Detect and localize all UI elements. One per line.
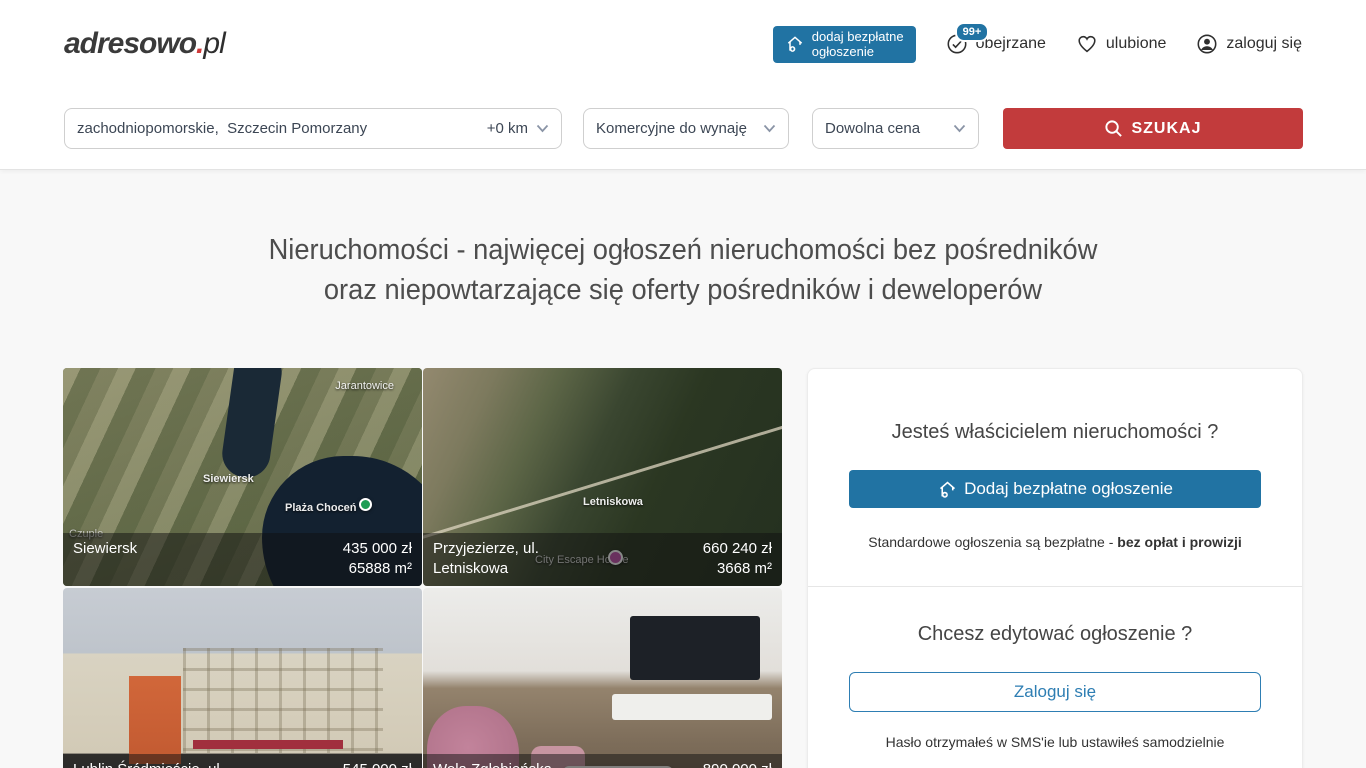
nav-viewed[interactable]: 99+ obejrzane [946, 33, 1046, 55]
nav-login[interactable]: zaloguj się [1196, 33, 1302, 55]
add-free-listing-button[interactable]: Dodaj bezpłatne ogłoszenie [849, 470, 1261, 508]
tv-shape [630, 616, 760, 680]
listing-card[interactable]: Wola Zgłobieńska 890 000 zł [423, 588, 782, 768]
login-button[interactable]: Zaloguj się [849, 672, 1261, 712]
price-value: Dowolna cena [825, 120, 920, 137]
heart-icon [1076, 33, 1098, 55]
listing-name: Lublin Śródmieście, ul. [73, 760, 224, 768]
price-select[interactable]: Dowolna cena [812, 108, 979, 149]
listing-price-area: 435 000 zł 65888 m² [343, 539, 412, 579]
logo-name: adresowo [64, 27, 196, 60]
free-listings-note: Standardowe ogłoszenia są bezpłatne - be… [808, 534, 1302, 550]
page-title: Nieruchomości - najwięcej ogłoszeń nieru… [41, 230, 1325, 310]
listing-area: 65888 m² [343, 559, 412, 579]
nav-favorites-label: ulubione [1106, 35, 1167, 53]
edit-question: Chcesz edytować ogłoszenie ? [808, 623, 1302, 646]
house-plus-icon [785, 34, 805, 54]
listing-card[interactable]: Jarantowice Siewiersk Plaża Choceń Czupl… [63, 368, 422, 586]
listing-price-area: 660 240 zł 3668 m² [703, 539, 772, 579]
chevron-down-icon [953, 124, 966, 133]
building-facade-shape [183, 648, 383, 753]
chevron-down-icon [763, 124, 776, 133]
password-note: Hasło otrzymałeś w SMS'ie lub ustawiłeś … [808, 734, 1302, 750]
listing-price-area: 890 000 zł [703, 760, 772, 768]
listing-price: 545 000 zł [343, 760, 412, 768]
nav-login-label: zaloguj się [1226, 35, 1302, 53]
map-label: Letniskowa [583, 496, 643, 508]
interior-photo [423, 588, 782, 768]
viewed-count-badge: 99+ [955, 22, 990, 42]
user-circle-icon [1196, 33, 1218, 55]
category-select[interactable]: Komercyjne do wynaję [583, 108, 789, 149]
radius-value[interactable]: +0 km [487, 120, 528, 137]
logo-tld: pl [203, 27, 224, 60]
listing-overlay: Wola Zgłobieńska 890 000 zł [423, 754, 782, 768]
location-field[interactable]: +0 km [64, 108, 562, 149]
building-photo [63, 588, 422, 768]
nav-favorites[interactable]: ulubione [1076, 33, 1167, 55]
category-value: Komercyjne do wynaję [596, 120, 747, 137]
add-listing-label: dodaj bezpłatne ogłoszenie [812, 29, 904, 60]
search-button[interactable]: SZUKAJ [1003, 108, 1303, 149]
owner-panel: Jesteś właścicielem nieruchomości ? Doda… [807, 368, 1303, 768]
search-bar: +0 km Komercyjne do wynaję Dowolna cena [0, 108, 1366, 149]
listing-price: 890 000 zł [703, 760, 772, 768]
card-divider [808, 586, 1302, 587]
listing-price-area: 545 000 zł [343, 760, 412, 768]
chevron-down-icon[interactable] [536, 124, 549, 133]
listing-overlay: Siewiersk 435 000 zł 65888 m² [63, 533, 422, 586]
add-listing-button[interactable]: dodaj bezpłatne ogłoszenie [773, 26, 916, 63]
owner-question: Jesteś właścicielem nieruchomości ? [808, 421, 1302, 444]
search-button-label: SZUKAJ [1131, 120, 1201, 138]
map-label: Jarantowice [335, 380, 394, 392]
listing-price: 435 000 zł [343, 539, 412, 559]
logo[interactable]: adresowo.pl [64, 27, 225, 61]
house-plus-icon [937, 479, 958, 500]
listing-area: 3668 m² [703, 559, 772, 579]
listing-card[interactable]: Letniskowa City Escape House Przyjezierz… [423, 368, 782, 586]
map-label: Plaża Choceń [285, 502, 357, 514]
top-white-zone: adresowo.pl dodaj bezpłatne ogłoszenie [0, 0, 1366, 170]
search-icon [1104, 119, 1123, 138]
lake-shape [219, 368, 285, 481]
listing-name: Przyjezierze, ul. Letniskowa [433, 539, 539, 579]
add-free-listing-label: Dodaj bezpłatne ogłoszenie [964, 479, 1173, 499]
header-actions: dodaj bezpłatne ogłoszenie 99+ obejrzane [773, 26, 1302, 63]
map-label: Siewiersk [203, 473, 254, 485]
cabinet-shape [612, 694, 772, 720]
listing-overlay: Lublin Śródmieście, ul. 545 000 zł [63, 754, 422, 768]
listing-card[interactable]: Lublin Śródmieście, ul. 545 000 zł [63, 588, 422, 768]
listing-name: Siewiersk [73, 539, 137, 559]
listing-name: Wola Zgłobieńska [433, 760, 552, 768]
header: adresowo.pl dodaj bezpłatne ogłoszenie [0, 0, 1366, 88]
road-shape [423, 395, 782, 545]
map-marker-icon [359, 498, 372, 511]
listing-price: 660 240 zł [703, 539, 772, 559]
listing-overlay: Przyjezierze, ul. Letniskowa 660 240 zł … [423, 533, 782, 586]
location-input[interactable] [77, 120, 487, 137]
